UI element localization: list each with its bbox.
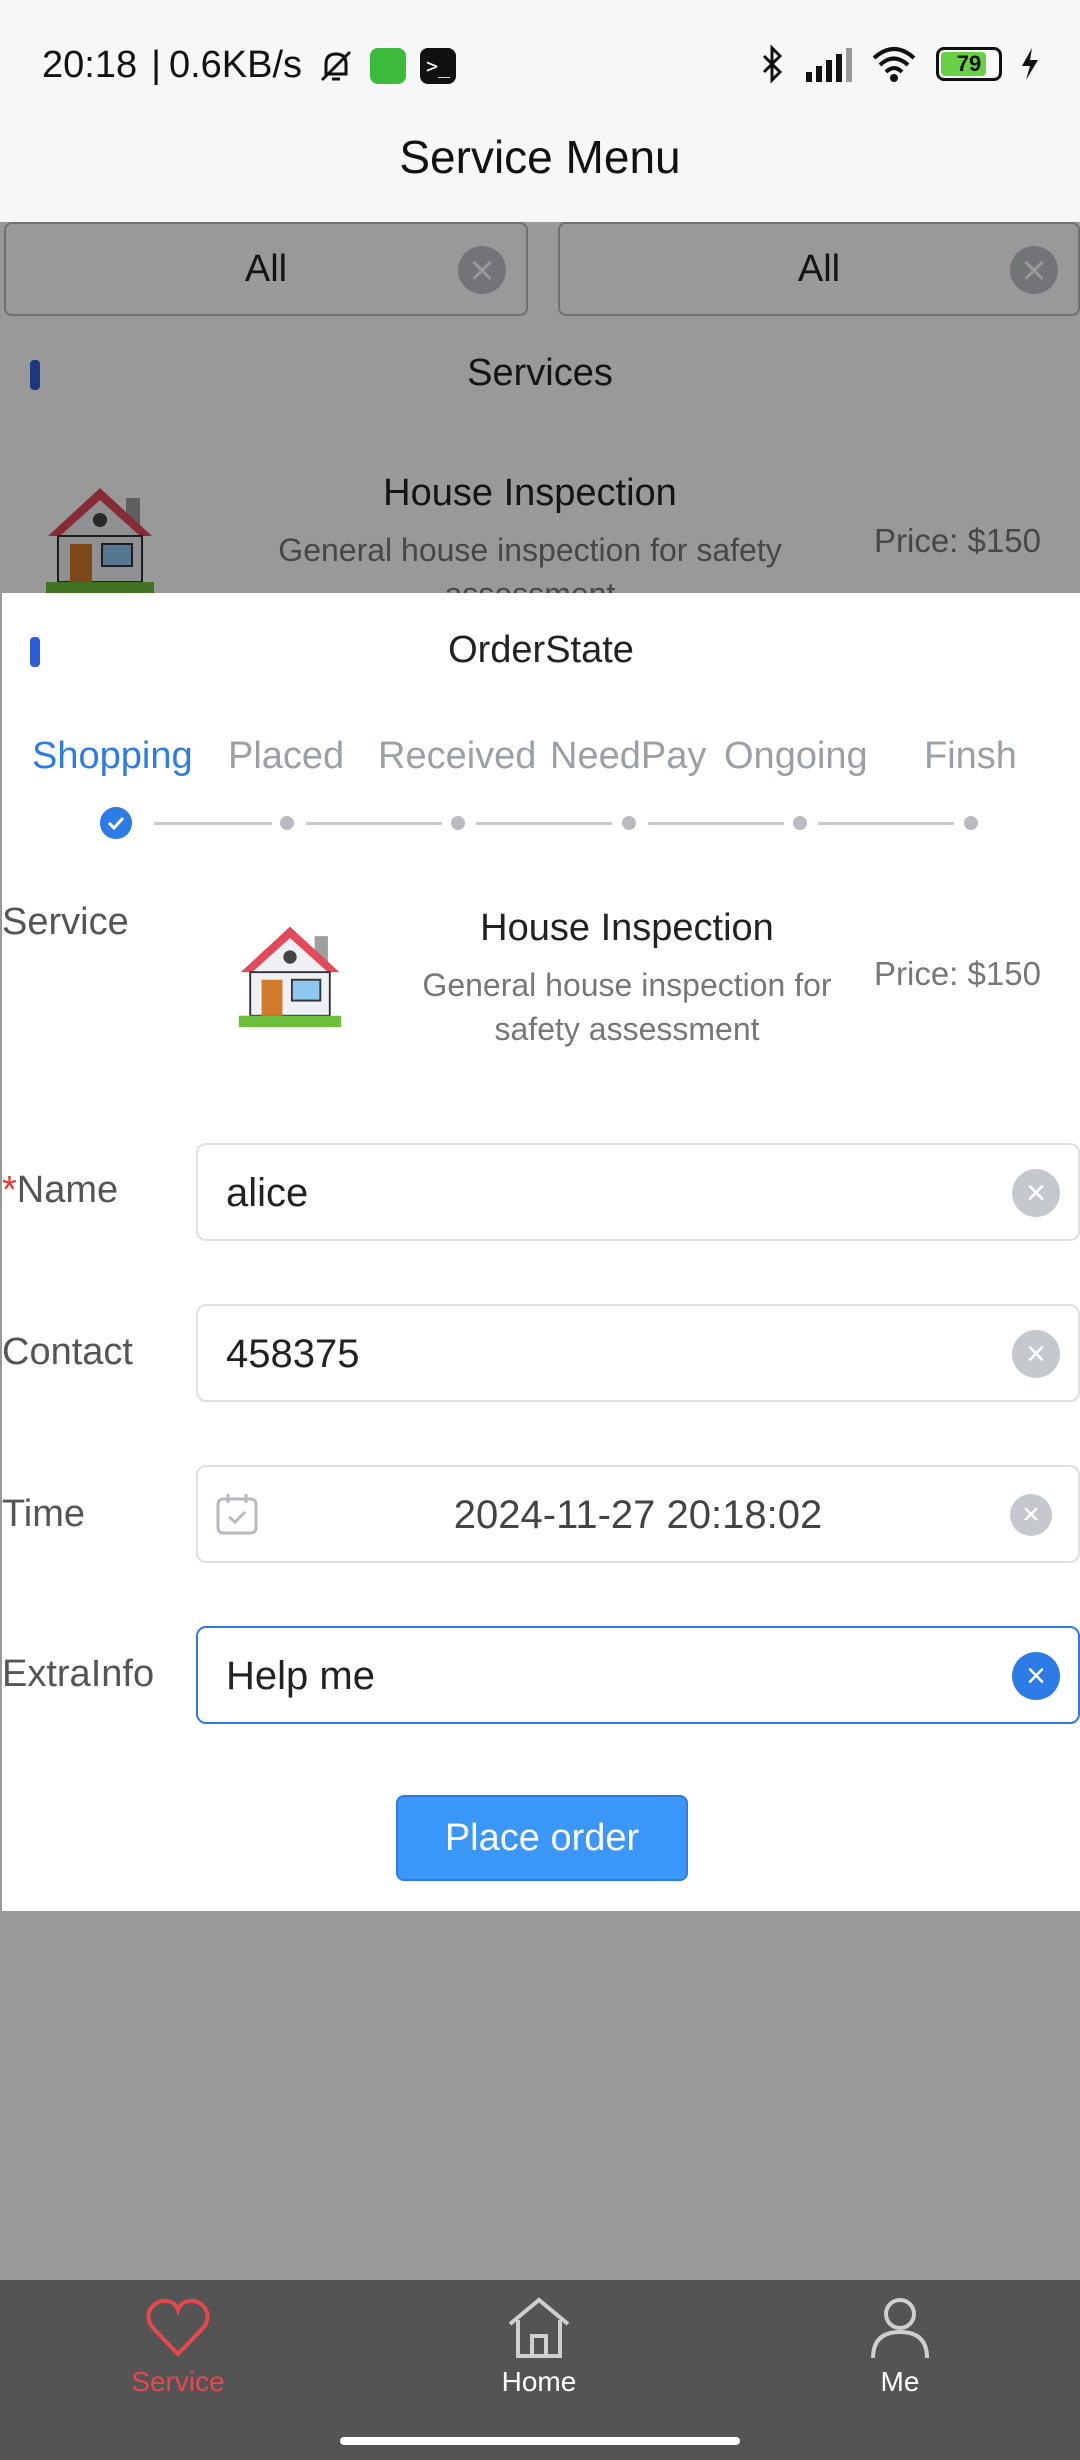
- nav-item-service[interactable]: Service: [78, 2294, 278, 2398]
- step-dot: [280, 816, 294, 830]
- mute-bell-icon: [320, 50, 352, 81]
- extra-info-label: ExtraInfo: [2, 1653, 155, 1695]
- place-order-button[interactable]: Place order: [396, 1795, 688, 1881]
- order-modal: OrderState Shopping Placed Received Need…: [2, 593, 1080, 1911]
- step-connector: [154, 822, 272, 825]
- step-needpay: NeedPay: [550, 735, 707, 777]
- app-icon: [370, 47, 407, 84]
- contact-field[interactable]: 458375 ×: [196, 1304, 1080, 1402]
- step-dot: [451, 816, 465, 830]
- clear-icon[interactable]: ×: [1012, 1652, 1060, 1700]
- step-connector: [476, 822, 612, 825]
- page-title: Service Menu: [399, 131, 681, 183]
- home-icon: [508, 2297, 570, 2358]
- check-icon: [100, 807, 132, 839]
- nav-label: Me: [880, 2366, 920, 2397]
- bluetooth-icon: [762, 44, 783, 84]
- step-shopping: Shopping: [32, 735, 193, 777]
- step-dot: [964, 816, 978, 830]
- step-connector: [648, 822, 784, 825]
- nav-label: Service: [131, 2366, 225, 2397]
- extra-info-value: Help me: [226, 1654, 375, 1698]
- service-price: Price: $150: [874, 955, 1041, 992]
- terminal-icon: >_: [420, 47, 457, 84]
- step-connector: [818, 822, 954, 825]
- step-placed: Placed: [228, 735, 345, 777]
- nav-item-home[interactable]: Home: [439, 2294, 639, 2398]
- step-finish: Finsh: [924, 735, 1017, 777]
- name-field[interactable]: alice ×: [196, 1143, 1080, 1241]
- battery-level: 79: [956, 51, 982, 76]
- status-bar: 20:18 | 0.6KB/s >_ 79: [0, 0, 1080, 135]
- contact-value: 458375: [226, 1332, 360, 1376]
- step-received: Received: [378, 735, 537, 777]
- person-icon: [871, 2298, 929, 2359]
- time-label: Time: [2, 1493, 86, 1535]
- name-label-text: Name: [16, 1169, 119, 1211]
- network-speed: 0.6KB/s: [168, 44, 303, 86]
- status-right: 79: [760, 44, 1040, 84]
- status-time: 20:18: [42, 44, 138, 86]
- status-separator: |: [151, 44, 161, 86]
- contact-label: Contact: [2, 1331, 133, 1373]
- time-picker[interactable]: 2024-11-27 20:18:02 ×: [196, 1465, 1080, 1563]
- name-value: alice: [226, 1171, 309, 1215]
- modal-title: OrderState: [448, 629, 634, 671]
- nav-label: Home: [501, 2366, 577, 2397]
- house-icon: [238, 926, 342, 1028]
- service-description: General house inspection for safety asse…: [422, 967, 832, 1047]
- clear-icon[interactable]: ×: [1012, 1169, 1060, 1217]
- step-ongoing: Ongoing: [724, 735, 868, 777]
- step-dot: [793, 816, 807, 830]
- signal-icon: [806, 48, 852, 82]
- clear-icon[interactable]: ×: [1010, 1494, 1052, 1536]
- service-name: House Inspection: [480, 907, 774, 949]
- extra-info-field[interactable]: Help me ×: [196, 1626, 1080, 1724]
- time-value: 2024-11-27 20:18:02: [453, 1493, 823, 1537]
- home-indicator[interactable]: [340, 2437, 740, 2445]
- service-label: Service: [2, 901, 129, 943]
- charging-icon: [1022, 48, 1038, 80]
- step-connector: [306, 822, 442, 825]
- heart-icon: [146, 2298, 210, 2357]
- required-mark: *: [2, 1169, 17, 1211]
- clear-icon[interactable]: ×: [1012, 1330, 1060, 1378]
- wifi-icon: [872, 47, 916, 82]
- step-dot: [622, 816, 636, 830]
- name-label: *Name: [2, 1169, 118, 1212]
- status-left: 20:18 | 0.6KB/s >_: [42, 44, 457, 87]
- bottom-nav: Service Home Me: [0, 2280, 1080, 2460]
- battery-icon: 79: [936, 47, 1002, 81]
- nav-item-me[interactable]: Me: [800, 2294, 1000, 2398]
